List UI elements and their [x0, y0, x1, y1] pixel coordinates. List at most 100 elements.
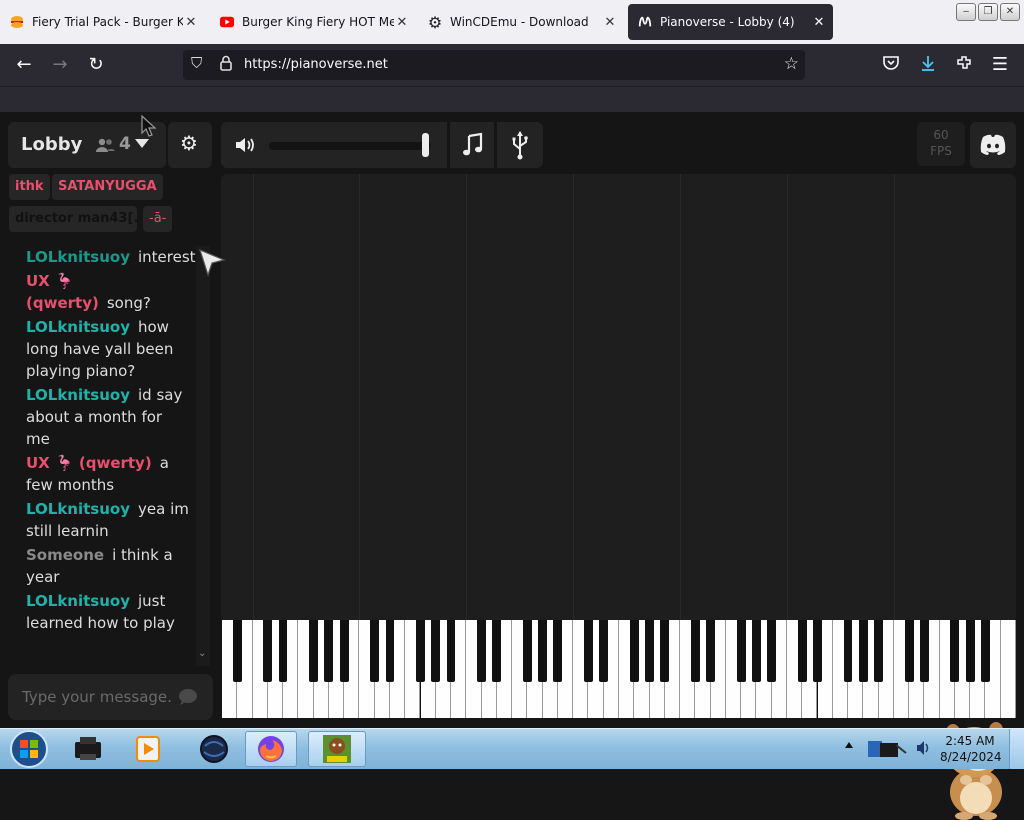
youtube-icon: [220, 15, 234, 29]
system-clock[interactable]: 2:45 AM 8/24/2024: [940, 733, 1002, 765]
discord-button[interactable]: [970, 122, 1016, 168]
piano-black-key[interactable]: [660, 620, 670, 682]
piano-black-key[interactable]: [645, 620, 654, 682]
close-tab-icon[interactable]: ✕: [183, 15, 199, 30]
chat-bubble-icon[interactable]: [178, 688, 198, 710]
forward-arrow-icon[interactable]: →: [49, 54, 71, 76]
menu-icon[interactable]: ☰: [989, 54, 1011, 76]
piano-black-key[interactable]: [385, 620, 395, 682]
piano-black-key[interactable]: [522, 620, 532, 682]
piano-black-key[interactable]: [431, 620, 441, 682]
settings-button[interactable]: ⚙: [168, 122, 212, 168]
piano-black-key[interactable]: [858, 620, 868, 682]
pocket-icon[interactable]: [880, 54, 902, 76]
close-tab-icon[interactable]: ✕: [602, 15, 618, 30]
chat-username[interactable]: LOLknitsuoy: [26, 500, 130, 518]
volume-slider[interactable]: [269, 142, 431, 150]
piano-black-key[interactable]: [751, 620, 761, 682]
usb-icon: [512, 131, 528, 160]
piano-black-key[interactable]: [797, 620, 807, 682]
lock-icon[interactable]: [219, 55, 233, 75]
chat-username[interactable]: UX 🦩 (qwerty): [26, 454, 152, 472]
chat-username[interactable]: LOLknitsuoy: [26, 592, 130, 610]
piano-black-key[interactable]: [965, 620, 975, 682]
piano-black-key[interactable]: [584, 620, 593, 682]
piano-black-key[interactable]: [904, 620, 914, 682]
restore-button[interactable]: ❐: [978, 3, 998, 21]
chat-log[interactable]: LOLknitsuoy interesting UX 🦩 (qwerty) song?…: [0, 246, 196, 664]
piano-black-key[interactable]: [981, 620, 990, 682]
address-bar[interactable]: ⛉ https://pianoverse.net ☆: [183, 50, 805, 80]
close-window-button[interactable]: ✕: [1000, 3, 1020, 21]
user-badge[interactable]: ithk: [9, 174, 50, 200]
piano-black-key[interactable]: [339, 620, 349, 682]
piano-black-key[interactable]: [706, 620, 716, 682]
back-arrow-icon[interactable]: ←: [13, 54, 35, 76]
network-tray-icon[interactable]: [866, 737, 912, 765]
piano-keyboard[interactable]: [222, 620, 1016, 718]
taskbar-app-globe[interactable]: [188, 731, 240, 767]
piano-black-key[interactable]: [263, 620, 273, 682]
close-tab-icon[interactable]: ✕: [811, 15, 827, 30]
download-icon[interactable]: [917, 54, 939, 76]
extensions-icon[interactable]: [953, 54, 975, 76]
chat-username[interactable]: UX 🦩 (qwerty): [26, 272, 99, 312]
piano-black-key[interactable]: [278, 620, 288, 682]
tab-wincdemu[interactable]: ⚙ WinCDEmu - Download ✕: [418, 4, 624, 40]
reload-icon[interactable]: ↻: [85, 54, 107, 76]
taskbar-app-media[interactable]: [122, 731, 174, 767]
minimize-button[interactable]: ‒: [956, 3, 976, 21]
piano-black-key[interactable]: [553, 620, 563, 682]
piano-black-key[interactable]: [599, 620, 609, 682]
piano-black-key[interactable]: [919, 620, 929, 682]
user-badge[interactable]: SATANYUGGA: [52, 174, 163, 200]
bookmark-star-icon[interactable]: ☆: [784, 54, 799, 74]
tab-burger-king-fiery-trial[interactable]: Fiery Trial Pack - Burger King ✕: [0, 4, 205, 40]
piano-black-key[interactable]: [629, 620, 639, 682]
start-button[interactable]: [2, 730, 56, 768]
piano-black-key[interactable]: [950, 620, 960, 682]
tray-overflow-icon[interactable]: [845, 742, 853, 748]
chat-username[interactable]: LOLknitsuoy: [26, 386, 130, 404]
piano-black-key[interactable]: [370, 620, 380, 682]
piano-black-key[interactable]: [232, 620, 242, 682]
tab-burger-king-youtube[interactable]: Burger King Fiery HOT Menu ✕: [210, 4, 416, 40]
music-button[interactable]: [450, 122, 496, 168]
taskbar-app-printer[interactable]: [62, 731, 114, 767]
shield-icon[interactable]: ⛉: [191, 54, 202, 72]
piano-black-key[interactable]: [874, 620, 883, 682]
user-badge[interactable]: director man43[...: [9, 206, 137, 232]
close-tab-icon[interactable]: ✕: [394, 15, 410, 30]
piano-black-key[interactable]: [538, 620, 548, 682]
volume-tray-icon[interactable]: [915, 739, 933, 761]
chat-scrollbar[interactable]: [196, 246, 210, 666]
piano-black-key[interactable]: [416, 620, 425, 682]
tab-pianoverse-lobby[interactable]: Pianoverse - Lobby (4) ✕: [628, 4, 833, 40]
piano-black-key[interactable]: [324, 620, 334, 682]
piano-white-key[interactable]: [1000, 620, 1016, 718]
chevron-down-icon[interactable]: ⌄: [198, 648, 206, 659]
user-badge[interactable]: -ā-: [143, 206, 173, 232]
midi-usb-button[interactable]: [497, 122, 543, 168]
piano-black-key[interactable]: [309, 620, 319, 682]
chat-username[interactable]: LOLknitsuoy: [26, 318, 130, 336]
piano-black-key[interactable]: [477, 620, 486, 682]
music-note-icon: [463, 132, 483, 156]
volume-slider-thumb[interactable]: [422, 133, 430, 157]
piano-black-key[interactable]: [492, 620, 502, 682]
taskbar-app-bonzi[interactable]: [308, 731, 366, 767]
piano-black-key[interactable]: [767, 620, 777, 682]
piano-black-key[interactable]: [446, 620, 456, 682]
piano-black-key[interactable]: [813, 620, 822, 682]
taskbar-app-firefox[interactable]: [245, 731, 297, 767]
chat-username[interactable]: Someone: [26, 546, 104, 564]
piano-black-key[interactable]: [736, 620, 746, 682]
show-desktop-button[interactable]: [1009, 729, 1024, 769]
chat-message: LOLknitsuoy just learned how to play: [0, 590, 196, 634]
chevron-down-icon[interactable]: [135, 139, 149, 148]
piano-black-key[interactable]: [690, 620, 700, 682]
chat-message: LOLknitsuoy how long have yall been playi…: [0, 316, 196, 382]
chat-username[interactable]: LOLknitsuoy: [26, 248, 130, 266]
volume-icon[interactable]: [234, 136, 256, 158]
piano-black-key[interactable]: [843, 620, 853, 682]
